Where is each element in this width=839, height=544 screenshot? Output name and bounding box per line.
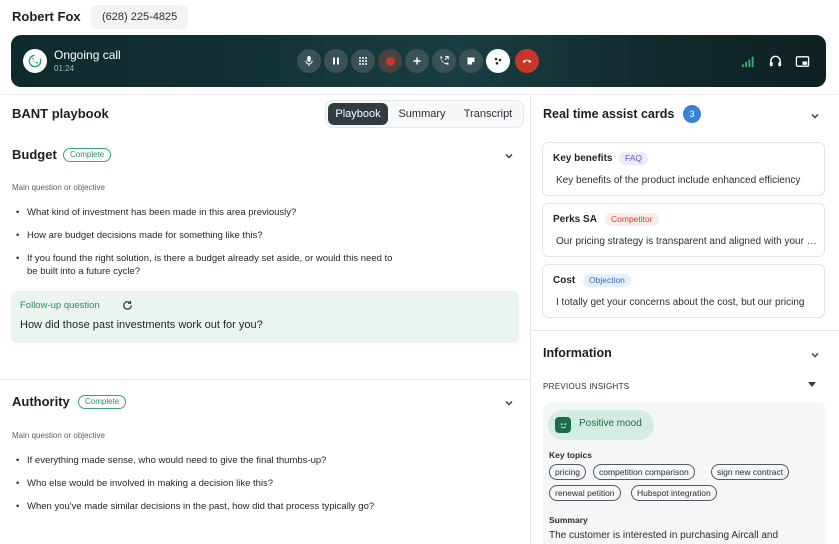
tab-summary[interactable]: Summary bbox=[391, 103, 453, 125]
topic-chip[interactable]: competition comparison bbox=[593, 464, 695, 480]
previous-insights-label: PREVIOUS INSIGHTS bbox=[543, 382, 630, 391]
call-status-label: Ongoing call bbox=[54, 48, 121, 62]
card-text: I totally get your concerns about the co… bbox=[556, 297, 805, 308]
smile-icon bbox=[555, 417, 571, 433]
budget-subhead: Main question or objective bbox=[12, 183, 105, 192]
authority-chevron-down-icon[interactable] bbox=[503, 396, 515, 408]
card-title: Cost bbox=[553, 275, 576, 286]
topic-chip[interactable]: sign new contract bbox=[711, 464, 790, 480]
transfer-call-icon[interactable] bbox=[432, 49, 456, 73]
budget-section-title: Budget bbox=[12, 147, 57, 162]
tab-transcript[interactable]: Transcript bbox=[456, 103, 520, 125]
mood-pill: Positive mood bbox=[548, 410, 654, 440]
card-tag: Competitor bbox=[605, 213, 659, 226]
information-title: Information bbox=[543, 346, 612, 360]
call-timer: 01:24 bbox=[54, 64, 75, 73]
refresh-icon[interactable] bbox=[121, 299, 134, 312]
headset-icon[interactable] bbox=[767, 53, 783, 69]
picture-in-picture-icon[interactable] bbox=[794, 53, 810, 69]
contact-header: Robert Fox (628) 225-4825 bbox=[0, 0, 839, 34]
caret-down-icon[interactable] bbox=[808, 382, 816, 387]
followup-question-box: Follow-up question How did those past in… bbox=[11, 291, 519, 343]
signal-strength-icon bbox=[739, 53, 755, 69]
right-panel-divider bbox=[531, 330, 839, 331]
assist-chevron-down-icon[interactable] bbox=[809, 109, 821, 121]
card-title: Perks SA bbox=[553, 214, 597, 225]
add-icon[interactable] bbox=[405, 49, 429, 73]
card-tag: FAQ bbox=[619, 152, 649, 165]
call-bar: Ongoing call 01:24 bbox=[11, 35, 826, 87]
authority-status-badge: Complete bbox=[78, 395, 127, 409]
followup-text: How did those past investments work out … bbox=[20, 319, 263, 331]
tab-playbook[interactable]: Playbook bbox=[328, 103, 388, 125]
information-chevron-down-icon[interactable] bbox=[809, 348, 821, 360]
insight-box: Positive mood Key topics pricing competi… bbox=[543, 402, 826, 544]
budget-chevron-down-icon[interactable] bbox=[503, 149, 515, 161]
authority-subhead: Main question or objective bbox=[12, 431, 105, 440]
assist-card[interactable]: Cost Objection I totally get your concer… bbox=[542, 264, 825, 318]
notes-icon[interactable] bbox=[459, 49, 483, 73]
hang-up-icon[interactable] bbox=[515, 49, 539, 73]
card-title: Key benefits bbox=[553, 153, 613, 164]
contact-phone[interactable]: (628) 225-4825 bbox=[91, 5, 189, 29]
list-item: If you found the right solution, is ther… bbox=[16, 252, 396, 278]
card-tag: Objection bbox=[583, 274, 631, 287]
topic-chip[interactable]: Hubspot integration bbox=[631, 485, 717, 501]
list-item: Who else would be involved in making a d… bbox=[16, 477, 396, 490]
summary-text: The customer is interested in purchasing… bbox=[549, 530, 779, 541]
keypad-icon[interactable] bbox=[351, 49, 375, 73]
followup-label: Follow-up question bbox=[20, 300, 100, 311]
record-icon[interactable] bbox=[378, 49, 402, 73]
authority-section-title: Authority bbox=[12, 394, 70, 409]
assist-cards-title: Real time assist cards bbox=[543, 107, 675, 121]
assist-panel: Real time assist cards 3 Key benefits FA… bbox=[531, 96, 839, 544]
list-item: If everything made sense, who would need… bbox=[16, 454, 396, 467]
summary-label: Summary bbox=[549, 515, 588, 525]
playbook-tabs: Playbook Summary Transcript bbox=[325, 100, 524, 128]
budget-status-badge: Complete bbox=[63, 148, 112, 162]
section-divider bbox=[0, 379, 530, 380]
assist-card[interactable]: Perks SA Competitor Our pricing strategy… bbox=[542, 203, 825, 257]
topic-chip[interactable]: pricing bbox=[549, 464, 587, 480]
header-divider bbox=[0, 94, 839, 95]
ai-assist-icon[interactable] bbox=[486, 49, 510, 73]
card-text: Key benefits of the product include enha… bbox=[556, 175, 801, 186]
budget-question-list: What kind of investment has been made in… bbox=[16, 206, 396, 288]
list-item: What kind of investment has been made in… bbox=[16, 206, 396, 219]
topic-chip[interactable]: renewal petition bbox=[549, 485, 621, 501]
playbook-panel: BANT playbook Playbook Summary Transcrip… bbox=[0, 96, 530, 544]
pause-icon[interactable] bbox=[324, 49, 348, 73]
list-item: When you've made similar decisions in th… bbox=[16, 500, 396, 513]
call-status-icon bbox=[23, 49, 47, 73]
key-topics-label: Key topics bbox=[549, 450, 592, 460]
contact-name: Robert Fox bbox=[12, 9, 81, 24]
assist-card[interactable]: Key benefits FAQ Key benefits of the pro… bbox=[542, 142, 825, 196]
assist-count-badge: 3 bbox=[683, 105, 701, 123]
list-item: How are budget decisions made for someth… bbox=[16, 229, 396, 242]
card-text: Our pricing strategy is transparent and … bbox=[556, 236, 818, 247]
authority-question-list: If everything made sense, who would need… bbox=[16, 454, 396, 523]
microphone-icon[interactable] bbox=[297, 49, 321, 73]
playbook-title: BANT playbook bbox=[12, 106, 109, 121]
mood-label: Positive mood bbox=[579, 418, 642, 429]
